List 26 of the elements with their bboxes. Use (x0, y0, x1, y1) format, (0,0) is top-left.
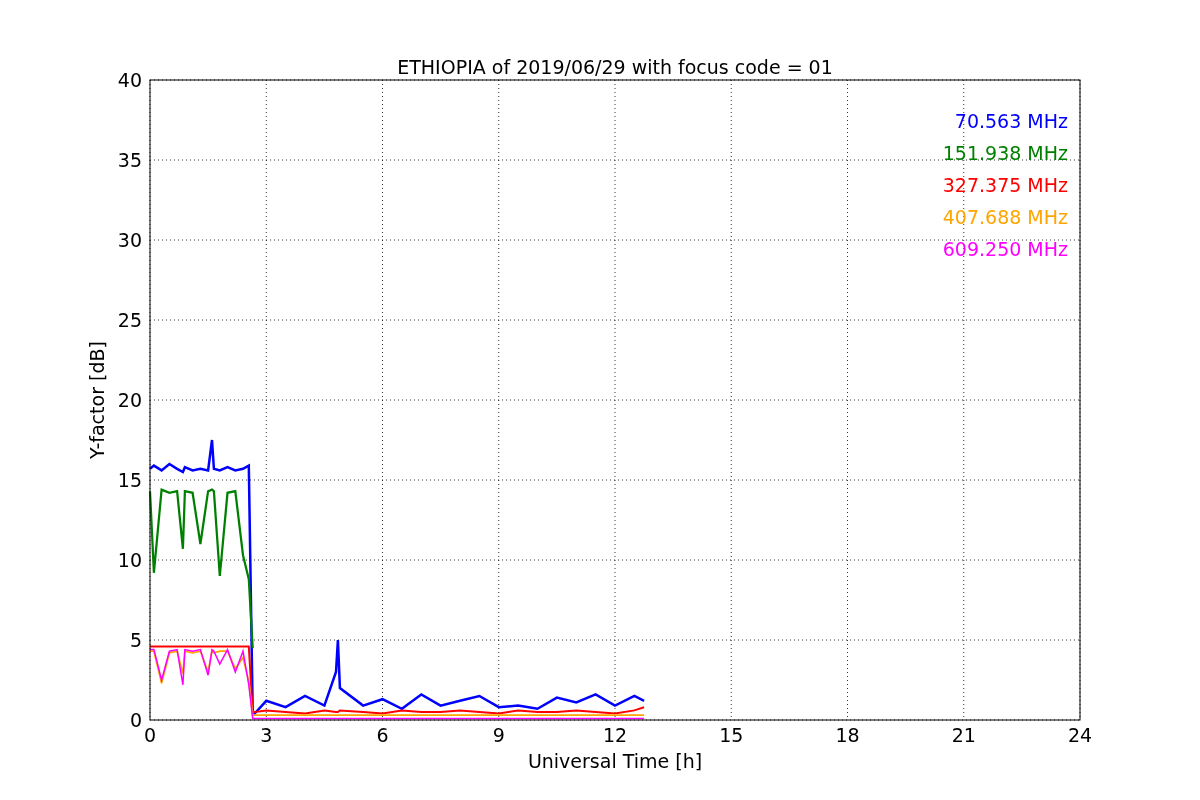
y-tick-label: 0 (129, 709, 142, 731)
x-tick-label: 18 (835, 724, 860, 746)
x-tick-label: 6 (376, 724, 389, 746)
y-axis-title: Y-factor [dB] (86, 341, 108, 459)
x-tick-label: 24 (1067, 724, 1093, 746)
legend-label: 327.375 MHz (942, 174, 1068, 196)
y-tick-label: 20 (117, 389, 142, 411)
x-tick-label: 3 (260, 724, 273, 746)
x-tick-label: 15 (719, 724, 744, 746)
legend-label: 407.688 MHz (942, 206, 1068, 228)
x-tick-label: 12 (602, 724, 628, 746)
y-tick-label: 15 (117, 469, 142, 491)
y-tick-label: 40 (117, 69, 142, 91)
y-tick-label: 35 (117, 149, 142, 171)
y-tick-label: 30 (117, 229, 142, 251)
x-tick-label: 9 (492, 724, 505, 746)
y-tick-label: 25 (117, 309, 142, 331)
x-tick-label: 0 (143, 724, 157, 746)
y-tick-label: 10 (117, 549, 142, 571)
chart-title: ETHIOPIA of 2019/06/29 with focus code = 01 (397, 56, 833, 78)
legend-label: 70.563 MHz (954, 110, 1068, 132)
x-axis-title: Universal Time [h] (527, 750, 703, 772)
x-tick-label: 21 (951, 724, 976, 746)
y-tick-label: 5 (129, 629, 142, 651)
legend-label: 151.938 MHz (942, 142, 1068, 164)
legend-label: 609.250 MHz (942, 238, 1068, 260)
